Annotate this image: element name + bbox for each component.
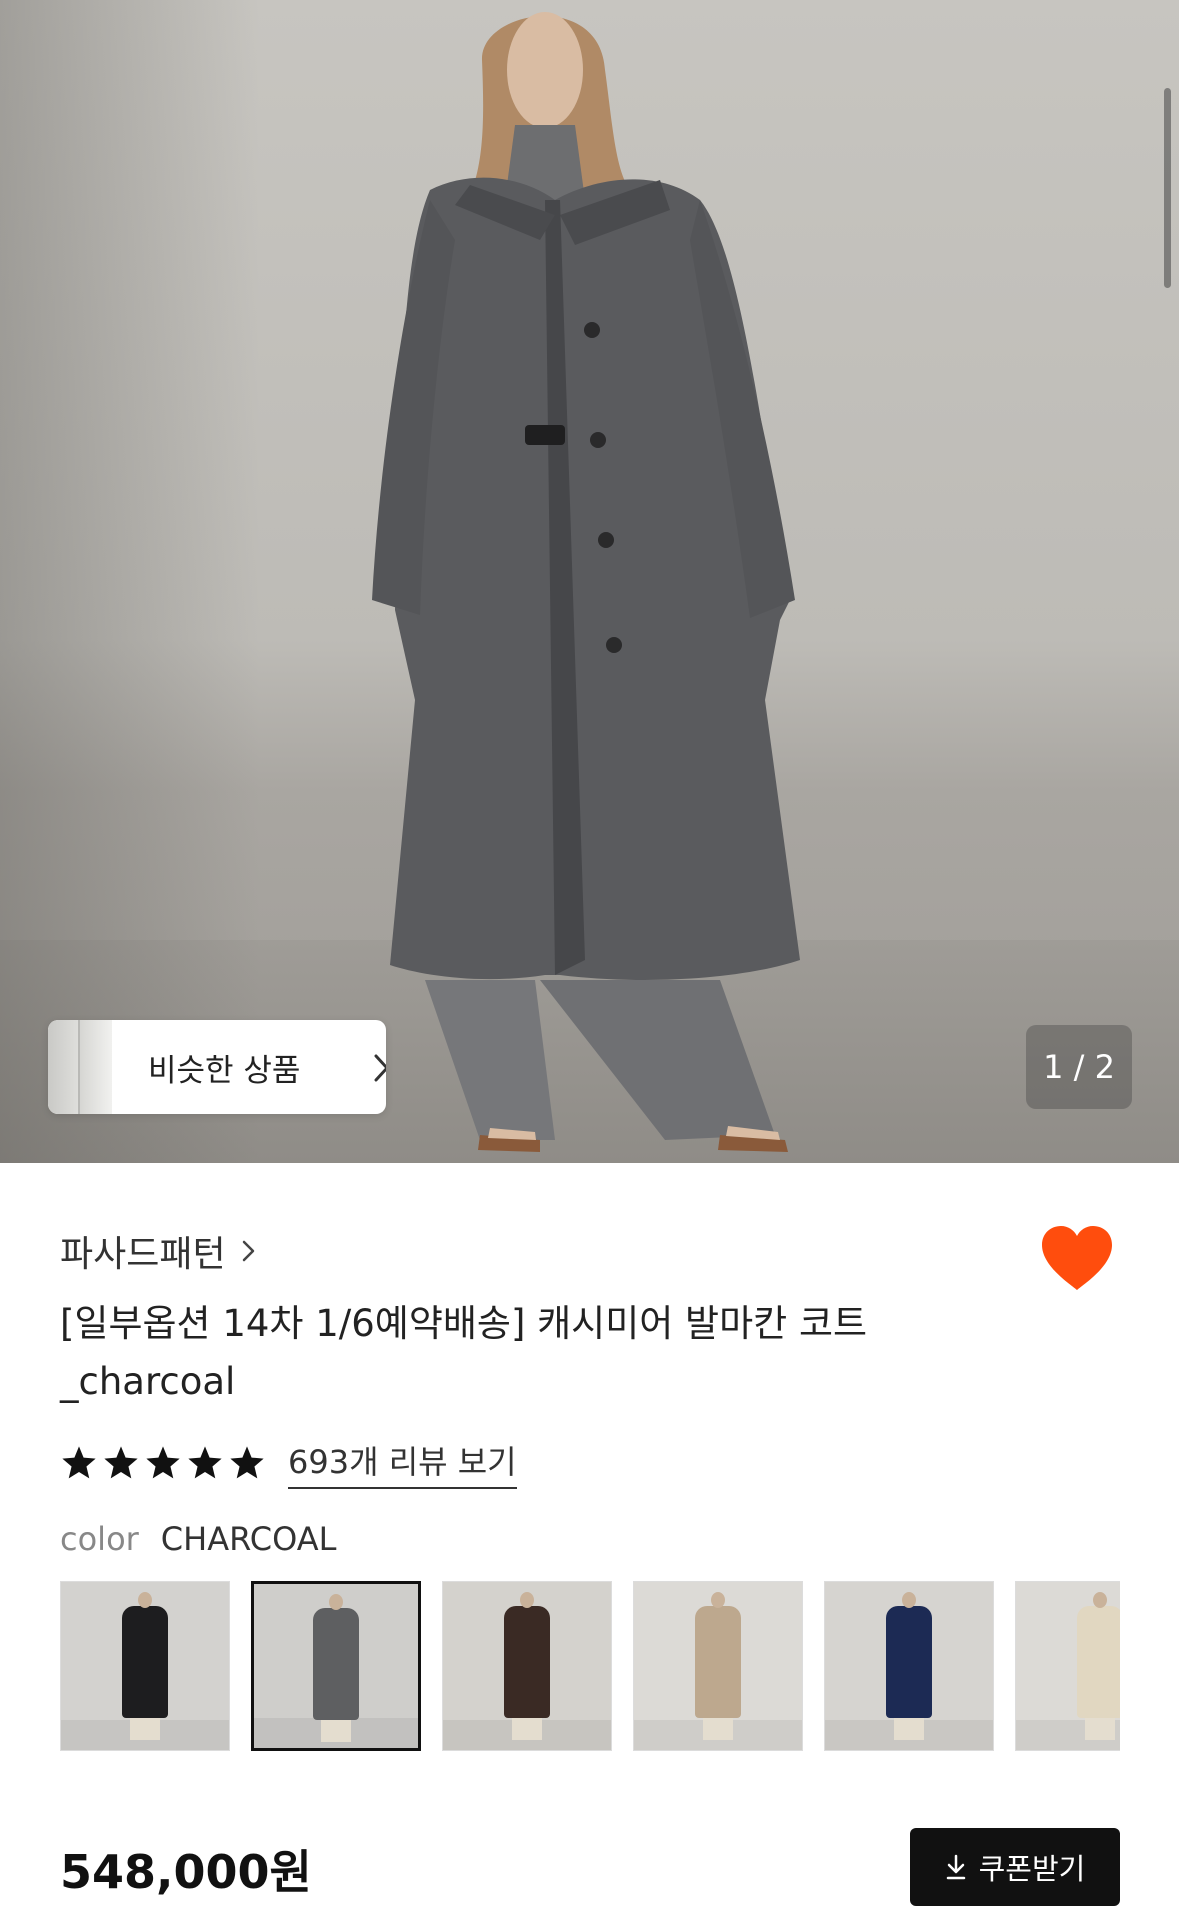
download-icon: [946, 1854, 965, 1880]
swatch-model-coat: [504, 1606, 550, 1718]
swatch-model-coat: [886, 1606, 932, 1718]
swatch-model-head: [520, 1592, 534, 1608]
rating-row: 693개 리뷰 보기: [60, 1437, 517, 1489]
swatch-model-head: [138, 1592, 152, 1608]
brand-name: 파사드패턴: [60, 1234, 226, 1275]
color-swatch-charcoal[interactable]: [251, 1581, 421, 1751]
chevron-right-icon: [374, 1054, 386, 1082]
wishlist-heart-icon[interactable]: [1040, 1224, 1114, 1292]
color-value: CHARCOAL: [160, 1520, 337, 1558]
similar-products-button[interactable]: 비슷한 상품: [48, 1020, 386, 1114]
brand-link[interactable]: 파사드패턴: [60, 1225, 256, 1277]
page-scrollbar[interactable]: [1164, 88, 1171, 288]
swatch-model-head: [1093, 1592, 1107, 1608]
color-swatch-list: [60, 1581, 1120, 1754]
product-price: 548,000원: [60, 1845, 312, 1899]
swatch-model-head: [902, 1592, 916, 1608]
swatch-model-head: [329, 1594, 343, 1610]
star-icon: [146, 1446, 180, 1479]
product-title-line-2: _charcoal: [60, 1360, 236, 1403]
coupon-label: 쿠폰받기: [978, 1852, 1086, 1886]
color-label: color: [60, 1520, 139, 1558]
product-title: [일부옵션 14차 1/6예약배송] 캐시미어 발마칸 코트 _charcoal: [60, 1295, 1020, 1411]
swatch-model-coat: [122, 1606, 168, 1718]
swatch-model-coat: [695, 1606, 741, 1718]
color-swatch-black[interactable]: [60, 1581, 230, 1751]
model-illustration: [372, 12, 800, 1152]
star-icon: [62, 1446, 96, 1479]
image-pager-indicator: 1 / 2: [1026, 1025, 1132, 1109]
similar-products-thumbnails: [48, 1020, 112, 1114]
color-swatch-beige[interactable]: [633, 1581, 803, 1751]
swatch-model-head: [711, 1592, 725, 1608]
star-icon: [188, 1446, 222, 1479]
swatch-model-coat: [313, 1608, 359, 1720]
color-swatch-cream[interactable]: [1015, 1581, 1120, 1751]
coupon-download-button[interactable]: 쿠폰받기: [910, 1828, 1120, 1906]
color-option-row: color CHARCOAL: [60, 1520, 336, 1558]
color-swatch-navy[interactable]: [824, 1581, 994, 1751]
star-icon: [104, 1446, 138, 1479]
similar-products-label: 비슷한 상품: [148, 1052, 301, 1089]
product-hero-image[interactable]: 비슷한 상품 1 / 2: [0, 0, 1179, 1163]
product-title-line-1: [일부옵션 14차 1/6예약배송] 캐시미어 발마칸 코트: [60, 1302, 868, 1345]
rating-stars: [60, 1444, 270, 1482]
swatch-model-coat: [1077, 1606, 1120, 1718]
star-icon: [230, 1446, 264, 1479]
color-swatch-brown[interactable]: [442, 1581, 612, 1751]
review-link[interactable]: 693개 리뷰 보기: [288, 1437, 517, 1489]
chevron-right-icon: [242, 1240, 254, 1262]
